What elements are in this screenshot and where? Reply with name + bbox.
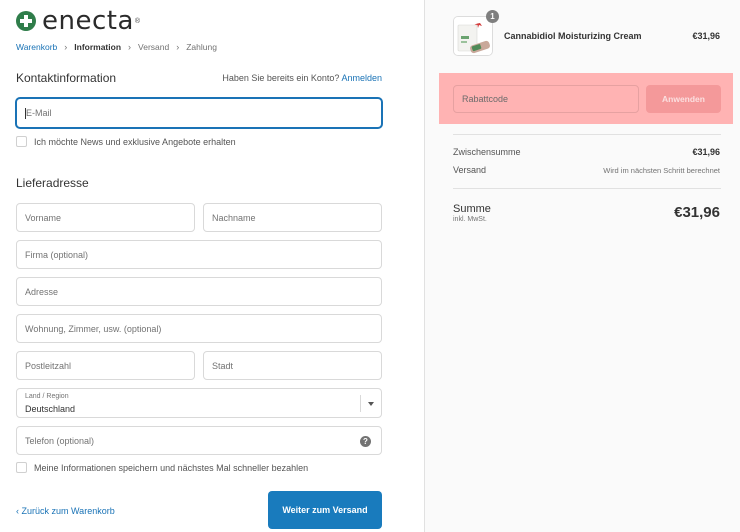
brand-name: enecta — [42, 6, 134, 36]
first-name-field[interactable]: Vorname — [16, 203, 195, 232]
checkout-main: enecta ® Warenkorb › Information › Versa… — [0, 0, 424, 532]
continue-to-shipping-button[interactable]: Weiter zum Versand — [268, 491, 382, 529]
shipping-heading: Lieferadresse — [16, 176, 89, 190]
question-icon[interactable]: ? — [360, 436, 371, 447]
cross-icon — [16, 11, 36, 31]
divider — [453, 188, 721, 189]
subtotal-label: Zwischensumme — [453, 147, 521, 157]
contact-heading: Kontaktinformation — [16, 71, 117, 85]
chevron-left-icon: ‹ — [16, 506, 19, 516]
email-field[interactable]: E-Mail — [16, 98, 382, 128]
last-name-field[interactable]: Nachname — [203, 203, 382, 232]
city-field[interactable]: Stadt — [203, 351, 382, 380]
product-thumbnail — [453, 16, 493, 56]
total-value: €31,96 — [674, 204, 720, 221]
back-to-cart-link[interactable]: ‹ Zurück zum Warenkorb — [16, 506, 115, 516]
apartment-field[interactable]: Wohnung, Zimmer, usw. (optional) — [16, 314, 382, 343]
discount-code-field[interactable]: Rabattcode — [453, 85, 639, 113]
newsletter-checkbox[interactable] — [16, 136, 27, 147]
chevron-right-icon: › — [64, 42, 68, 52]
cream-tube-image — [454, 17, 492, 55]
email-placeholder: E-Mail — [26, 108, 52, 118]
order-summary: 1 Cannabidiol Moisturizing Cream €31,96 … — [424, 0, 740, 532]
product-price: €31,96 — [692, 31, 720, 41]
discount-code-placeholder: Rabattcode — [462, 94, 509, 104]
shipping-value: Wird im nächsten Schritt berechnet — [603, 166, 720, 175]
phone-field[interactable]: Telefon (optional) ? — [16, 426, 382, 455]
apply-discount-label: Anwenden — [662, 94, 705, 104]
breadcrumb-shipping: Versand — [138, 42, 170, 52]
caret-down-icon[interactable] — [368, 402, 374, 406]
registered-mark: ® — [134, 17, 141, 25]
last-name-placeholder: Nachname — [212, 212, 256, 223]
company-field[interactable]: Firma (optional) — [16, 240, 382, 269]
quantity-badge: 1 — [486, 10, 499, 23]
chevron-right-icon: › — [176, 42, 180, 52]
address-placeholder: Adresse — [25, 286, 59, 297]
subtotal-value: €31,96 — [692, 147, 720, 157]
divider — [453, 134, 721, 135]
login-link[interactable]: Anmelden — [341, 73, 382, 83]
save-info-label: Meine Informationen speichern und nächst… — [34, 462, 309, 473]
city-placeholder: Stadt — [212, 360, 234, 371]
shipping-label: Versand — [453, 165, 487, 175]
newsletter-option[interactable]: Ich möchte News und exklusive Angebote e… — [16, 136, 236, 147]
apply-discount-button[interactable]: Anwenden — [646, 85, 721, 113]
breadcrumb-payment: Zahlung — [186, 42, 217, 52]
newsletter-label: Ich möchte News und exklusive Angebote e… — [34, 136, 236, 147]
breadcrumb-cart[interactable]: Warenkorb — [16, 42, 57, 52]
login-prompt: Haben Sie bereits ein Konto? Anmelden — [222, 73, 382, 83]
chevron-right-icon: › — [128, 42, 132, 52]
address-field[interactable]: Adresse — [16, 277, 382, 306]
breadcrumb-information: Information — [74, 42, 122, 52]
product-name: Cannabidiol Moisturizing Cream — [504, 31, 642, 41]
breadcrumb: Warenkorb › Information › Versand › Zahl… — [16, 42, 217, 52]
first-name-placeholder: Vorname — [25, 212, 62, 223]
country-value: Deutschland — [25, 404, 76, 414]
save-info-checkbox[interactable] — [16, 462, 27, 473]
continue-label: Weiter zum Versand — [282, 505, 368, 515]
save-info-option[interactable]: Meine Informationen speichern und nächst… — [16, 462, 308, 473]
total-label: Summe — [453, 203, 491, 215]
company-placeholder: Firma (optional) — [25, 249, 89, 260]
tax-note: inkl. MwSt. — [453, 216, 487, 223]
back-to-cart-label: Zurück zum Warenkorb — [21, 506, 115, 516]
apartment-placeholder: Wohnung, Zimmer, usw. (optional) — [25, 323, 162, 334]
country-label: Land / Region — [25, 393, 69, 400]
brand-logo[interactable]: enecta ® — [16, 8, 140, 34]
postal-code-field[interactable]: Postleitzahl — [16, 351, 195, 380]
have-account-text: Haben Sie bereits ein Konto? — [222, 73, 340, 83]
country-select[interactable]: Land / Region Deutschland — [16, 388, 382, 418]
postal-code-placeholder: Postleitzahl — [25, 360, 72, 371]
phone-placeholder: Telefon (optional) — [25, 435, 95, 446]
select-divider — [360, 395, 361, 412]
